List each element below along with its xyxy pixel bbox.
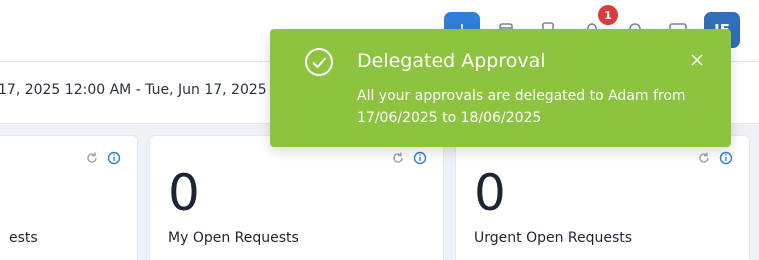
stat-card-urgent-open-requests: 0 Urgent Open Requests (455, 135, 750, 260)
info-icon[interactable] (413, 150, 427, 165)
card-label: Urgent Open Requests (474, 230, 633, 246)
stat-card-requests: ests (0, 135, 138, 260)
notification-badge: 1 (598, 5, 618, 25)
check-circle-icon (304, 47, 334, 77)
card-tools (85, 150, 121, 165)
card-count: 0 (168, 164, 200, 222)
refresh-icon[interactable] (697, 150, 711, 164)
close-icon[interactable] (688, 51, 706, 69)
refresh-icon[interactable] (85, 150, 99, 164)
card-label: My Open Requests (168, 230, 299, 246)
card-tools (391, 150, 427, 165)
date-range-text[interactable]: 17, 2025 12:00 AM - Tue, Jun 17, 2025 11… (0, 82, 303, 98)
info-icon[interactable] (719, 150, 733, 165)
toast-message: All your approvals are delegated to Adam… (357, 88, 686, 126)
card-count: 0 (474, 164, 506, 222)
delegated-approval-toast: Delegated Approval All your approvals ar… (270, 29, 731, 147)
card-tools (697, 150, 733, 165)
toast-title: Delegated Approval (357, 50, 546, 72)
card-label: ests (9, 230, 38, 246)
stat-card-my-open-requests: 0 My Open Requests (149, 135, 444, 260)
info-icon[interactable] (107, 150, 121, 165)
refresh-icon[interactable] (391, 150, 405, 164)
